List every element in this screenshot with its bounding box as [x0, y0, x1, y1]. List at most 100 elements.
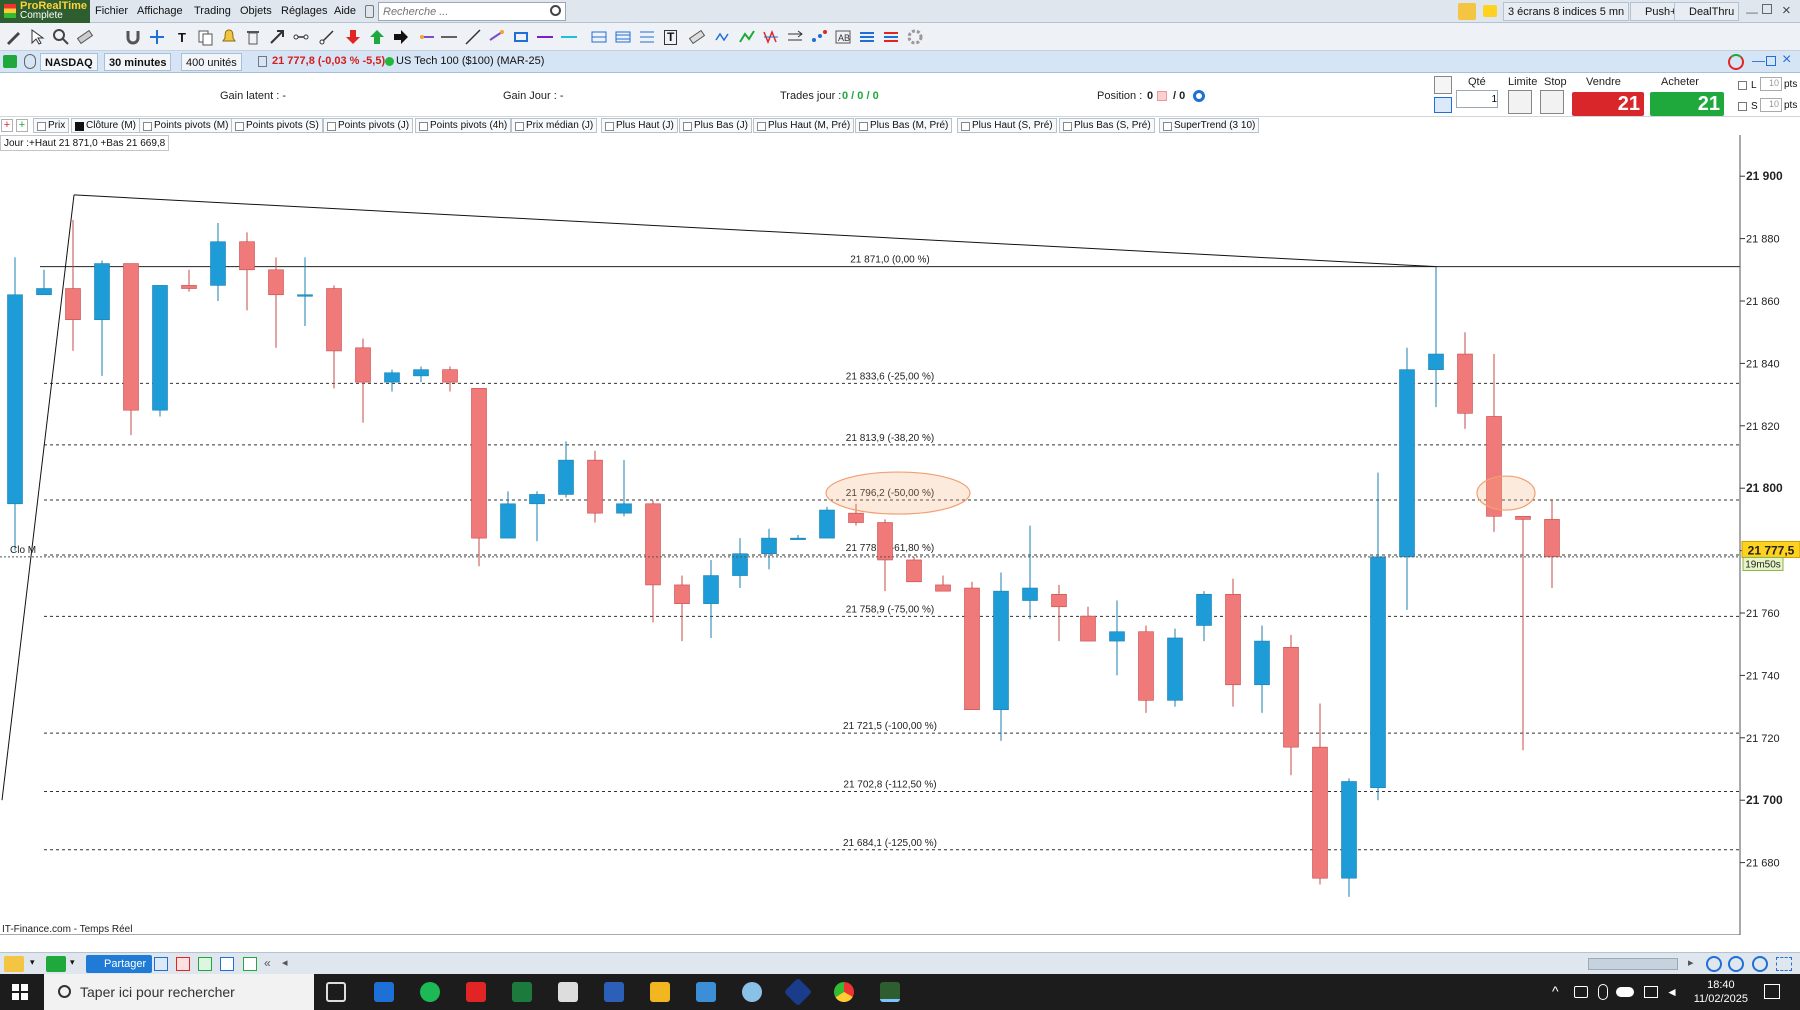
search-icon[interactable]: [550, 5, 561, 16]
fib-retracement-icon[interactable]: [590, 28, 608, 46]
timeframe-selector[interactable]: 30 minutes: [104, 53, 172, 71]
tray-cloud-icon[interactable]: [1616, 987, 1634, 997]
tray-volume-icon[interactable]: ◄: [1666, 985, 1678, 999]
trash-icon[interactable]: [244, 28, 262, 46]
window-close-icon[interactable]: ×: [1782, 2, 1791, 19]
indicator-toggle[interactable]: Clôture (M): [71, 118, 141, 133]
stop-order-icon[interactable]: [1540, 90, 1564, 114]
measure-icon[interactable]: [688, 28, 706, 46]
app-calculator-icon[interactable]: [696, 982, 716, 1002]
sell-button[interactable]: 21 776,3: [1572, 92, 1644, 139]
chart-tool-icon[interactable]: [1458, 3, 1476, 20]
bars-pattern-red-icon[interactable]: [882, 28, 900, 46]
window-max-icon[interactable]: [1762, 4, 1772, 14]
menu-affichage[interactable]: Affichage: [137, 5, 183, 17]
pane-min-icon[interactable]: —: [1752, 53, 1765, 68]
export-icon[interactable]: [243, 957, 257, 971]
indicator-toggle[interactable]: Plus Bas (S, Pré): [1059, 118, 1155, 133]
indicator-toggle[interactable]: Plus Haut (J): [601, 118, 678, 133]
gann-icon[interactable]: [786, 28, 804, 46]
cursor-icon[interactable]: [28, 28, 46, 46]
app-ig-icon[interactable]: [466, 982, 486, 1002]
collapse-icon[interactable]: «: [264, 956, 271, 970]
l-pts-input[interactable]: 10: [1760, 77, 1782, 91]
sell-arrow-icon[interactable]: [344, 28, 362, 46]
taskbar-clock[interactable]: 18:40 11/02/2025: [1694, 978, 1748, 1006]
indicator-toggle[interactable]: Prix: [33, 118, 70, 133]
scrollbar-thumb[interactable]: [1588, 958, 1678, 970]
market-selector[interactable]: NASDAQ: [40, 53, 98, 71]
app-paint-icon[interactable]: [742, 982, 762, 1002]
app-drive-icon[interactable]: [558, 982, 578, 1002]
pattern-icon[interactable]: [714, 28, 732, 46]
trend-tool-icon[interactable]: [318, 28, 336, 46]
notes-icon[interactable]: [258, 56, 267, 67]
zoom-in-icon[interactable]: [1752, 956, 1768, 972]
tray-network-icon[interactable]: [1644, 986, 1658, 998]
task-view-icon[interactable]: [326, 982, 346, 1002]
magnet-icon[interactable]: [124, 28, 142, 46]
ab-label-icon[interactable]: AB: [834, 28, 852, 46]
window-min-icon[interactable]: —: [1746, 5, 1758, 19]
app-excel-icon[interactable]: [512, 982, 532, 1002]
share-button[interactable]: Partager: [86, 955, 153, 973]
indicator-toggle[interactable]: Prix médian (J): [511, 118, 598, 133]
scroll-left-icon[interactable]: ◂: [282, 956, 288, 969]
search-input[interactable]: [379, 3, 539, 20]
fib-extension-icon[interactable]: [614, 28, 632, 46]
keyboard-icon[interactable]: [1434, 97, 1452, 113]
layout-dropdown-icon[interactable]: ▾: [70, 957, 75, 968]
app-tradingtool-icon[interactable]: [783, 977, 813, 1007]
tray-monitor-icon[interactable]: [1574, 986, 1588, 998]
app-calendar-icon[interactable]: [374, 982, 394, 1002]
chart-type-icon[interactable]: [3, 55, 17, 68]
dots-icon[interactable]: [810, 28, 828, 46]
hline-ray-icon[interactable]: [418, 28, 436, 46]
add-indicator-icon[interactable]: +: [1, 119, 13, 132]
settings-wheel-icon[interactable]: [906, 28, 924, 46]
menu-objets[interactable]: Objets: [240, 5, 272, 17]
taskbar-search[interactable]: Taper ici pour rechercher: [44, 974, 314, 1010]
wrench-icon[interactable]: [1434, 76, 1452, 94]
indicator-toggle[interactable]: Points pivots (4h): [415, 118, 512, 133]
s-checkbox[interactable]: [1738, 102, 1747, 111]
crosshair-icon[interactable]: [148, 28, 166, 46]
scroll-right-icon[interactable]: ▸: [1688, 956, 1694, 969]
close-position-icon[interactable]: [1157, 91, 1167, 101]
grid-icon[interactable]: [198, 957, 212, 971]
gear-icon[interactable]: [1193, 90, 1205, 102]
qty-input[interactable]: [1456, 90, 1498, 108]
auto-scale-icon[interactable]: [1776, 957, 1792, 971]
segment-tool-icon[interactable]: [292, 28, 310, 46]
l-checkbox[interactable]: [1738, 81, 1747, 90]
menu-reglages[interactable]: Réglages: [281, 5, 327, 17]
lock-icon[interactable]: [365, 5, 374, 18]
alert-bell-icon[interactable]: [220, 28, 238, 46]
text-box-icon[interactable]: T: [664, 30, 678, 45]
cyan-hline-icon[interactable]: [560, 28, 578, 46]
purple-hline-icon[interactable]: [536, 28, 554, 46]
zoom-out-icon[interactable]: [1728, 956, 1744, 972]
dealthru-button[interactable]: DealThru: [1674, 2, 1740, 21]
rectangle-icon[interactable]: [512, 28, 530, 46]
notifications-icon[interactable]: [1764, 984, 1780, 999]
app-word-icon[interactable]: [604, 982, 624, 1002]
menu-aide[interactable]: Aide: [334, 5, 356, 17]
link-icon[interactable]: [24, 54, 36, 69]
refresh-icon[interactable]: [1728, 54, 1744, 70]
indicator-toggle[interactable]: Plus Haut (M, Pré): [753, 118, 855, 133]
wave-icon[interactable]: [762, 28, 780, 46]
app-chrome-icon[interactable]: [834, 982, 854, 1002]
menu-trading[interactable]: Trading: [194, 5, 231, 17]
folder-icon[interactable]: [1483, 5, 1497, 17]
menu-fichier[interactable]: Fichier: [95, 5, 128, 17]
window-icon[interactable]: [220, 957, 234, 971]
app-spotify-icon[interactable]: [420, 982, 440, 1002]
screen-icon[interactable]: [154, 957, 168, 971]
fib-fan-icon[interactable]: [638, 28, 656, 46]
indicator-toggle[interactable]: Points pivots (M): [139, 118, 233, 133]
indicator-toggle[interactable]: Plus Bas (M, Pré): [855, 118, 953, 133]
zigzag-icon[interactable]: [738, 28, 756, 46]
add-overlay-icon[interactable]: +: [16, 119, 28, 132]
price-chart[interactable]: 21 871,0 (0,00 %) 21 833,6 (-25,00 %) 21 8…: [0, 135, 1800, 935]
